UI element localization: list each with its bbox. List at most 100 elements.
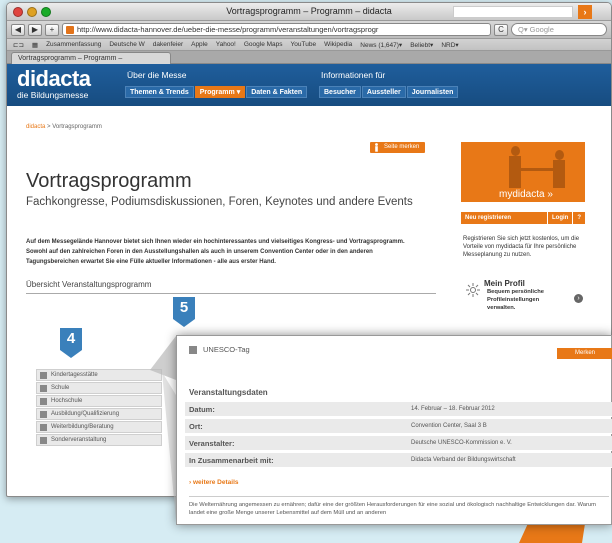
back-button[interactable]: ◀ — [11, 23, 25, 36]
nav-journalisten[interactable]: Journalisten — [406, 86, 459, 98]
bookmark-link[interactable]: dakenfeier — [153, 41, 183, 48]
step-badge-4: 4 — [60, 328, 82, 358]
detail-row: Ort: Convention Center, Saal 3 B — [185, 419, 612, 434]
mein-profil-box: Mein Profil Bequem persönliche Profilein… — [465, 279, 585, 312]
detail-row: In Zusammenarbeit mit: Didacta Verband de… — [185, 453, 612, 468]
detail-value: 14. Februar – 18. Februar 2012 — [411, 406, 495, 412]
nav-programm[interactable]: Programm ▾ — [194, 86, 246, 98]
register-text: Registrieren Sie sich jetzt kostenlos, u… — [463, 236, 580, 258]
popup-description: Die Welternährung angemessen zu ernähren… — [189, 496, 609, 517]
popup-merken-button[interactable]: Merken — [557, 348, 612, 359]
address-bar[interactable]: http://www.didacta-hannover.de/ueber-die… — [62, 23, 491, 36]
page-subtitle: Fachkongresse, Podiumsdiskussionen, Fore… — [26, 196, 413, 208]
category-label: Kindertagesstätte — [51, 372, 98, 378]
url-text: http://www.didacta-hannover.de/ueber-die… — [77, 25, 379, 34]
bookmark-link[interactable]: NRD▾ — [441, 41, 458, 49]
detail-row: Veranstalter: Deutsche UNESCO-Kommission … — [185, 436, 612, 451]
category-item[interactable]: Weiterbildung/Beratung — [36, 421, 162, 433]
overview-heading: Übersicht Veranstaltungsprogramm — [26, 280, 436, 294]
logo-main: didacta — [17, 66, 91, 91]
expand-icon — [40, 372, 47, 379]
expand-icon — [40, 424, 47, 431]
bookmark-link[interactable]: Zusammenfassung — [46, 41, 101, 48]
category-label: Weiterbildung/Beratung — [51, 424, 114, 430]
nav-group-title-messe: Über die Messe — [127, 70, 187, 80]
bookmark-link[interactable]: YouTube — [291, 41, 317, 48]
nav-info: Besucher Aussteller Journalisten — [319, 86, 459, 98]
seite-merken-label: Seite merken — [384, 144, 420, 150]
expand-icon — [40, 411, 47, 418]
category-label: Sonderveranstaltung — [51, 437, 107, 443]
nav-themen-trends[interactable]: Themen & Trends — [125, 86, 194, 98]
favicon-icon — [66, 26, 74, 34]
bookmark-link[interactable]: Beliebt▾ — [410, 41, 433, 49]
popup-header: UNESCO-Tag Merken — [177, 336, 612, 366]
detail-key: Veranstalter: — [189, 439, 235, 448]
breadcrumb-current: Vortragsprogramm — [52, 124, 102, 130]
category-item[interactable]: Kindertagesstätte — [36, 369, 162, 381]
detail-value: Didacta Verband der Bildungswirtschaft — [411, 457, 516, 463]
profil-title[interactable]: Mein Profil — [484, 279, 585, 288]
mydidacta-link[interactable]: mydidacta » — [461, 188, 585, 202]
didacta-logo[interactable]: didacta die Bildungsmesse — [17, 66, 91, 101]
tab-bar: Vortragsprogramm – Programm – — [7, 51, 611, 64]
profil-text: Bequem persönliche Profileinstellungen v… — [487, 289, 545, 311]
category-label: Ausbildung/Qualifizierung — [51, 411, 120, 417]
popup-section-title: Veranstaltungsdaten — [189, 388, 268, 397]
expand-icon — [40, 385, 47, 392]
breadcrumb-home[interactable]: didacta — [26, 124, 45, 130]
site-search-button[interactable]: › — [578, 5, 592, 19]
event-detail-popup: UNESCO-Tag Merken Veranstaltungsdaten Da… — [176, 335, 612, 525]
help-button[interactable]: ? — [573, 212, 585, 224]
more-details-link[interactable]: › weitere Details — [189, 479, 239, 486]
reload-button[interactable]: C — [494, 23, 508, 36]
detail-key: Ort: — [189, 422, 203, 431]
nav-messe: Themen & Trends Programm ▾ Daten & Fakte… — [125, 86, 308, 98]
nav-aussteller[interactable]: Aussteller — [361, 86, 406, 98]
add-bookmark-button[interactable]: + — [45, 23, 59, 36]
expand-icon — [40, 437, 47, 444]
event-icon — [189, 346, 197, 354]
bookmark-link[interactable]: News (1,647)▾ — [360, 41, 402, 49]
popup-heading: UNESCO-Tag — [203, 345, 250, 354]
step-badge-5: 5 — [173, 297, 195, 327]
logo-sub: die Bildungsmesse — [17, 90, 89, 100]
site-search-input[interactable] — [453, 6, 573, 18]
nav-daten-fakten[interactable]: Daten & Fakten — [246, 86, 308, 98]
site-header: didacta die Bildungsmesse Über die Messe… — [7, 64, 611, 106]
forward-button[interactable]: ▶ — [28, 23, 42, 36]
category-label: Hochschule — [51, 398, 83, 404]
detail-value: Convention Center, Saal 3 B — [411, 423, 487, 429]
register-button[interactable]: Neu registrieren — [461, 212, 547, 224]
breadcrumb: didacta > Vortragsprogramm — [26, 124, 102, 130]
category-item[interactable]: Sonderveranstaltung — [36, 434, 162, 446]
reading-list-icon[interactable]: ⊏⊐ — [13, 41, 24, 49]
tab-vortragsprogramm[interactable]: Vortragsprogramm – Programm – — [11, 52, 171, 64]
nav-besucher[interactable]: Besucher — [319, 86, 361, 98]
category-label: Schule — [51, 385, 70, 391]
category-item[interactable]: Schule — [36, 382, 162, 394]
login-button[interactable]: Login — [548, 212, 573, 224]
detail-key: Datum: — [189, 405, 215, 414]
person-icon — [375, 143, 378, 152]
bookmark-link[interactable]: Deutsche W — [109, 41, 144, 48]
browser-toolbar: ◀ ▶ + http://www.didacta-hannover.de/ueb… — [7, 21, 611, 39]
category-item[interactable]: Hochschule — [36, 395, 162, 407]
expand-icon — [40, 398, 47, 405]
bookmark-link[interactable]: Apple — [191, 41, 208, 48]
seite-merken-button[interactable]: Seite merken — [370, 142, 426, 153]
nav-group-title-info: Informationen für — [321, 70, 386, 80]
category-list: Kindertagesstätte Schule Hochschule Ausb… — [36, 369, 162, 447]
bookmarks-icon[interactable]: ▦ — [32, 41, 38, 49]
category-item[interactable]: Ausbildung/Qualifizierung — [36, 408, 162, 420]
account-bar: Neu registrieren Login ? — [461, 212, 585, 224]
browser-search-input[interactable]: Q▾ Google — [511, 23, 607, 36]
bookmarks-bar: ⊏⊐ ▦ Zusammenfassung Deutsche W dakenfei… — [7, 39, 611, 51]
bookmark-link[interactable]: Google Maps — [244, 41, 283, 48]
detail-row: Datum: 14. Februar – 18. Februar 2012 — [185, 402, 612, 417]
detail-value: Deutsche UNESCO-Kommission e. V. — [411, 440, 512, 446]
profil-arrow-icon[interactable]: › — [574, 294, 583, 303]
intro-text: Auf dem Messegelände Hannover bietet sic… — [26, 239, 405, 265]
bookmark-link[interactable]: Yahoo! — [216, 41, 236, 48]
bookmark-link[interactable]: Wikipedia — [324, 41, 352, 48]
